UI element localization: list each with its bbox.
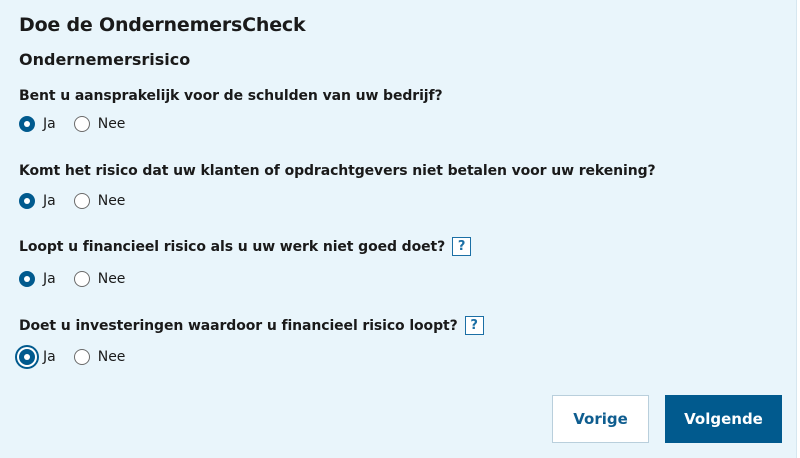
radio-unchecked-icon[interactable] <box>73 116 90 132</box>
question-4-option-nee[interactable]: Nee <box>73 349 126 365</box>
option-label: Nee <box>97 116 126 132</box>
question-3-option-ja[interactable]: Ja <box>19 271 56 287</box>
radio-checked-icon[interactable] <box>19 193 35 209</box>
help-icon[interactable]: ? <box>464 316 484 335</box>
option-label: Nee <box>97 193 126 209</box>
radio-unchecked-icon[interactable] <box>73 193 90 209</box>
question-3-option-nee[interactable]: Nee <box>73 271 126 287</box>
question-2-label: Komt het risico dat uw klanten of opdrac… <box>19 163 656 179</box>
question-2-options: Ja Nee <box>19 193 125 209</box>
question-4-option-ja[interactable]: Ja <box>19 349 56 365</box>
question-3-text: Loopt u financieel risico als u uw werk … <box>19 238 446 255</box>
question-1-option-ja[interactable]: Ja <box>19 116 56 132</box>
form-panel: Doe de OndernemersCheck Ondernemersrisic… <box>0 0 797 458</box>
question-3-options: Ja Nee <box>19 271 125 287</box>
option-label: Nee <box>97 349 126 365</box>
question-1-text: Bent u aansprakelijk voor de schulden va… <box>19 88 443 104</box>
next-button[interactable]: Volgende <box>665 395 782 443</box>
previous-button[interactable]: Vorige <box>552 395 649 443</box>
page-title: Doe de OndernemersCheck <box>19 14 306 36</box>
radio-unchecked-icon[interactable] <box>73 271 90 287</box>
radio-checked-focused-icon[interactable] <box>19 349 35 365</box>
question-3-label: Loopt u financieel risico als u uw werk … <box>19 237 472 256</box>
option-label: Ja <box>43 271 56 287</box>
option-label: Ja <box>43 116 56 132</box>
question-1-options: Ja Nee <box>19 116 125 132</box>
option-label: Ja <box>43 349 56 365</box>
question-4-text: Doet u investeringen waardoor u financie… <box>19 317 458 334</box>
option-label: Nee <box>97 271 126 287</box>
radio-checked-icon[interactable] <box>19 116 35 132</box>
option-label: Ja <box>43 193 56 209</box>
question-2-option-nee[interactable]: Nee <box>73 193 126 209</box>
radio-checked-icon[interactable] <box>19 271 35 287</box>
question-4-options: Ja Nee <box>19 349 125 365</box>
section-title: Ondernemersrisico <box>19 50 191 69</box>
question-1-label: Bent u aansprakelijk voor de schulden va… <box>19 88 443 104</box>
question-2-text: Komt het risico dat uw klanten of opdrac… <box>19 163 656 179</box>
radio-unchecked-icon[interactable] <box>73 349 90 365</box>
question-2-option-ja[interactable]: Ja <box>19 193 56 209</box>
question-1-option-nee[interactable]: Nee <box>73 116 126 132</box>
question-4-label: Doet u investeringen waardoor u financie… <box>19 316 484 335</box>
help-icon[interactable]: ? <box>452 237 472 256</box>
